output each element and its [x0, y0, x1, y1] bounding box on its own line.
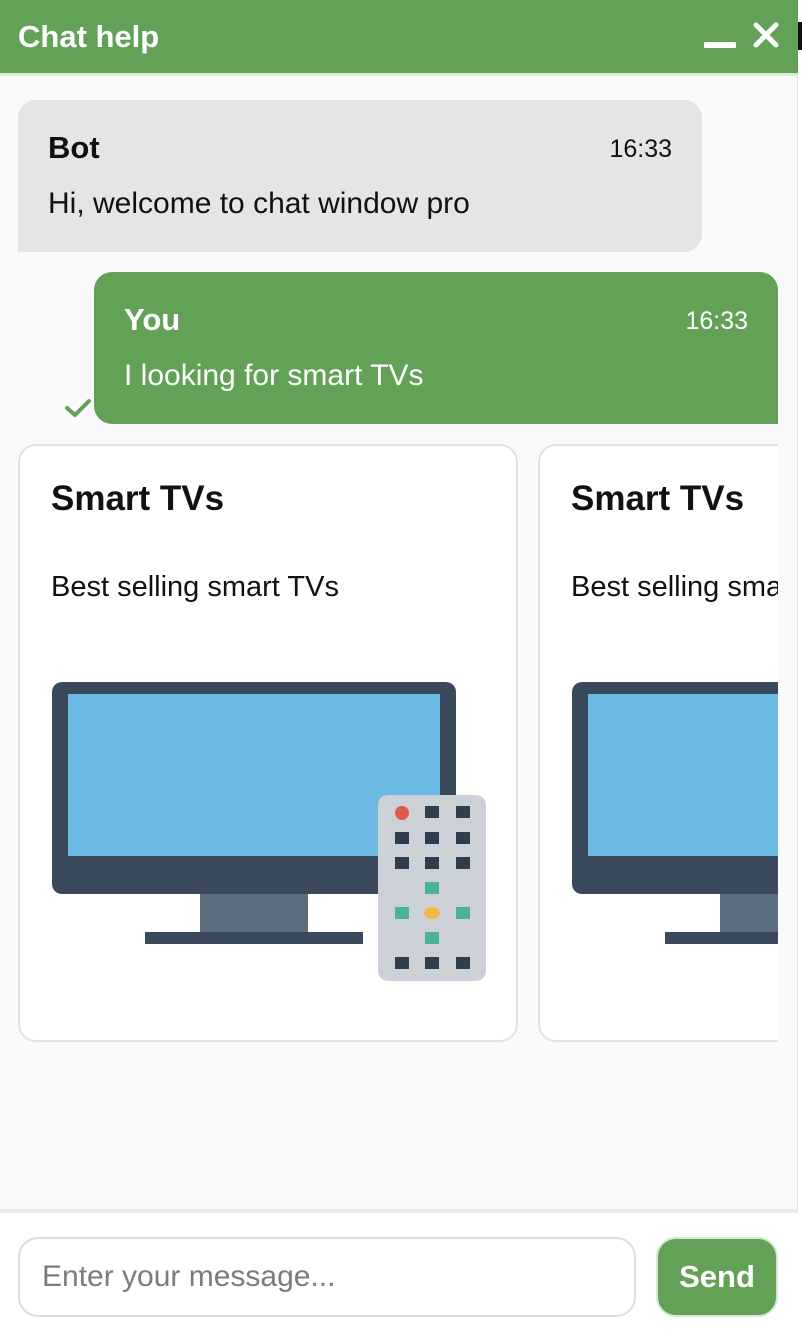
message-input[interactable]	[18, 1237, 636, 1317]
card-title: Smart TVs	[51, 479, 225, 518]
checkmark-icon	[65, 399, 91, 417]
message-text: Hi, welcome to chat window pro	[48, 187, 470, 220]
send-button[interactable]: Send	[656, 1237, 778, 1317]
message-time: 16:33	[609, 135, 672, 163]
message-time: 16:33	[685, 307, 748, 335]
message-sender: You	[124, 302, 181, 337]
tv-with-remote-icon	[52, 682, 486, 981]
chat-header: Chat help	[0, 0, 798, 76]
message-sender: Bot	[48, 130, 100, 165]
tv-with-remote-icon	[572, 682, 778, 944]
close-button[interactable]	[748, 16, 784, 56]
product-card[interactable]: Smart TVs Best selling smart TVs	[538, 444, 778, 1042]
card-description: Best selling smart TVs	[571, 571, 778, 603]
product-carousel[interactable]: Smart TVs Best selling smart TVs Smart T…	[18, 444, 778, 1042]
composer: Send	[0, 1209, 798, 1334]
product-card[interactable]: Smart TVs Best selling smart TVs	[18, 444, 518, 1042]
close-icon	[753, 22, 779, 48]
chat-window: Chat help Bot 16:33 Hi, welcome to chat …	[0, 0, 798, 1334]
user-message: You 16:33 I looking for smart TVs	[94, 272, 778, 424]
card-title: Smart TVs	[571, 479, 745, 518]
message-text: I looking for smart TVs	[124, 359, 424, 392]
chat-title: Chat help	[18, 19, 160, 54]
minimize-button[interactable]	[700, 20, 740, 54]
bot-message: Bot 16:33 Hi, welcome to chat window pro	[18, 100, 702, 252]
card-description: Best selling smart TVs	[51, 571, 339, 603]
window-edge	[798, 22, 802, 50]
message-list[interactable]: Bot 16:33 Hi, welcome to chat window pro…	[0, 79, 798, 1209]
minimize-icon	[704, 42, 736, 48]
